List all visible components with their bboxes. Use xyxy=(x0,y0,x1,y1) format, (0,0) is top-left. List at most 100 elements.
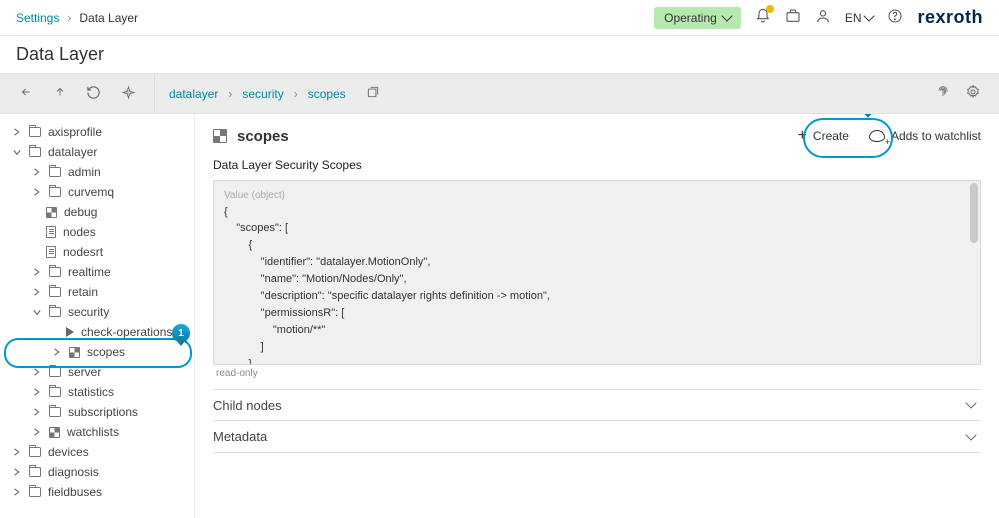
top-bar: Settings › Data Layer Operating EN rexro… xyxy=(0,0,999,36)
folder-icon xyxy=(49,387,61,397)
tree-item-scopes[interactable]: scopes xyxy=(2,342,192,362)
tree-item-retain[interactable]: retain xyxy=(2,282,192,302)
chevron-down-icon xyxy=(965,429,976,440)
up-button[interactable] xyxy=(54,84,66,103)
main-title-group: scopes xyxy=(213,128,289,145)
tree-item-nodesrt[interactable]: nodesrt xyxy=(2,242,192,262)
breadcrumb-current: Data Layer xyxy=(79,11,138,25)
status-operating[interactable]: Operating xyxy=(654,7,741,29)
accordion-metadata[interactable]: Metadata xyxy=(213,421,981,453)
user-icon xyxy=(815,8,831,24)
help-button[interactable] xyxy=(887,8,903,27)
tree-label: curvemq xyxy=(68,185,114,199)
watchlist-icon xyxy=(869,130,885,142)
tree-label: security xyxy=(68,305,109,319)
node-subtitle: Data Layer Security Scopes xyxy=(213,158,981,172)
tree-panel: axisprofile datalayer admin curvemq debu… xyxy=(0,114,195,518)
sparkle-button[interactable] xyxy=(121,85,136,103)
refresh-button[interactable] xyxy=(86,85,101,103)
folder-icon xyxy=(49,167,61,177)
tree-item-realtime[interactable]: realtime xyxy=(2,262,192,282)
briefcase-icon xyxy=(785,8,801,24)
tree-label: subscriptions xyxy=(68,405,138,419)
notification-dot xyxy=(766,5,774,13)
tree-label: admin xyxy=(68,165,101,179)
tree-label: nodesrt xyxy=(63,245,103,259)
tree-item-fieldbuses[interactable]: fieldbuses xyxy=(2,482,192,502)
settings-button[interactable] xyxy=(965,84,981,103)
add-watchlist-button[interactable]: Adds to watchlist xyxy=(869,129,981,143)
folder-icon xyxy=(49,287,61,297)
folder-icon xyxy=(29,467,41,477)
folder-icon xyxy=(49,367,61,377)
language-selector[interactable]: EN xyxy=(845,11,874,25)
tree-item-statistics[interactable]: statistics xyxy=(2,382,192,402)
path-security[interactable]: security xyxy=(242,87,283,101)
scopes-icon xyxy=(213,129,227,143)
create-label: Create xyxy=(813,129,849,143)
user-button[interactable] xyxy=(815,8,831,27)
open-new-tab-button[interactable] xyxy=(366,85,380,102)
briefcase-button[interactable] xyxy=(785,8,801,27)
page-title: Data Layer xyxy=(16,44,104,65)
accordion-label: Metadata xyxy=(213,429,267,444)
folder-icon xyxy=(49,267,61,277)
tree-item-diagnosis[interactable]: diagnosis xyxy=(2,462,192,482)
scrollbar[interactable] xyxy=(970,183,978,243)
path-datalayer[interactable]: datalayer xyxy=(169,87,218,101)
notifications-button[interactable] xyxy=(755,8,771,27)
link-settings[interactable]: Settings xyxy=(16,11,59,25)
tree-item-subscriptions[interactable]: subscriptions xyxy=(2,402,192,422)
toolbar-nav-group xyxy=(0,74,155,113)
tree-label: scopes xyxy=(87,345,125,359)
play-icon xyxy=(66,327,74,337)
folder-icon xyxy=(29,487,41,497)
tree-label: retain xyxy=(68,285,98,299)
fingerprint-icon xyxy=(935,84,951,100)
value-type-label: Value (object) xyxy=(224,190,285,201)
tree-label: fieldbuses xyxy=(48,485,102,499)
tree-label: diagnosis xyxy=(48,465,99,479)
tree-label: check-operations xyxy=(81,325,172,339)
tree-label: realtime xyxy=(68,265,111,279)
file-icon xyxy=(46,246,56,258)
annotation-badge-1: 1 xyxy=(172,324,190,342)
folder-icon xyxy=(49,307,61,317)
tree-item-check-operations[interactable]: check-operations xyxy=(2,322,192,342)
tree-item-datalayer[interactable]: datalayer xyxy=(2,142,192,162)
tree-item-server[interactable]: server xyxy=(2,362,192,382)
language-label: EN xyxy=(845,11,862,25)
tree-label: statistics xyxy=(68,385,114,399)
file-icon xyxy=(46,226,56,238)
tree-item-devices[interactable]: devices xyxy=(2,442,192,462)
tree-item-admin[interactable]: admin xyxy=(2,162,192,182)
fingerprint-button[interactable] xyxy=(935,84,951,103)
path-scopes[interactable]: scopes xyxy=(308,87,346,101)
json-content: { "scopes": [ { "identifier": "datalayer… xyxy=(224,206,550,366)
tree-label: datalayer xyxy=(48,145,97,159)
diag-icon xyxy=(46,207,57,218)
main-header: scopes + Create Adds to watchlist xyxy=(213,114,981,158)
tree-item-axisprofile[interactable]: axisprofile xyxy=(2,122,192,142)
chevron-down-icon xyxy=(864,10,875,21)
tree-item-security[interactable]: security xyxy=(2,302,192,322)
tree-item-debug[interactable]: debug xyxy=(2,202,192,222)
folder-icon xyxy=(29,127,41,137)
toolbar: datalayer › security › scopes xyxy=(0,74,999,114)
status-operating-label: Operating xyxy=(664,11,717,25)
tree-item-watchlists[interactable]: watchlists xyxy=(2,422,192,442)
tree-label: debug xyxy=(64,205,97,219)
accordion-child-nodes[interactable]: Child nodes xyxy=(213,389,981,421)
back-button[interactable] xyxy=(18,86,34,101)
chevron-down-icon xyxy=(965,397,976,408)
main-actions: + Create Adds to watchlist xyxy=(798,128,981,144)
tree-item-nodes[interactable]: nodes xyxy=(2,222,192,242)
accordion-label: Child nodes xyxy=(213,398,282,413)
watchlist-label: Adds to watchlist xyxy=(891,129,981,143)
breadcrumb-path: datalayer › security › scopes xyxy=(155,85,917,102)
diag-icon xyxy=(69,347,80,358)
tree-item-curvemq[interactable]: curvemq xyxy=(2,182,192,202)
create-button[interactable]: + Create xyxy=(798,128,849,144)
page-title-bar: Data Layer xyxy=(0,36,999,74)
main-panel: scopes + Create Adds to watchlist Data L… xyxy=(195,114,999,518)
